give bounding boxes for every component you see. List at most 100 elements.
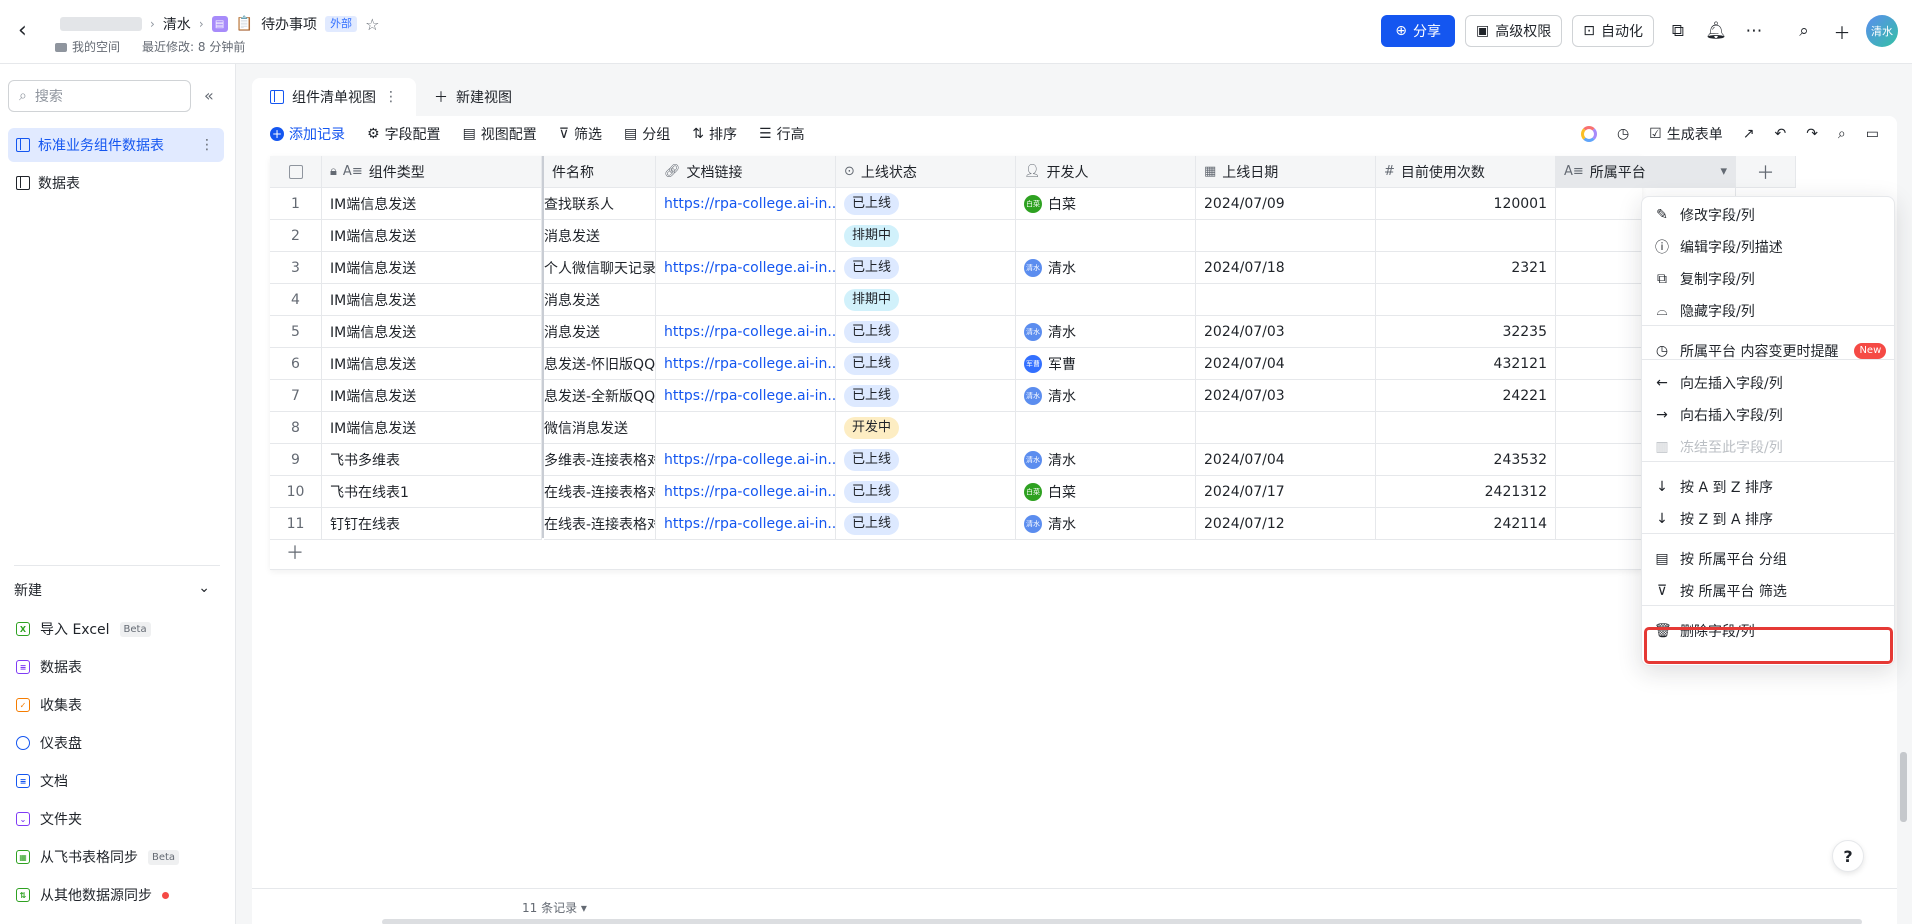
cell-link[interactable] (656, 220, 836, 252)
cell-developer[interactable]: 清水 清水 (1016, 316, 1196, 348)
menu-item-clock[interactable]: ◷ 所属平台 内容变更时提醒 New (1642, 335, 1894, 367)
share-button[interactable]: ⊕ 分享 (1381, 15, 1456, 47)
cell-link[interactable] (656, 412, 836, 444)
cell-name[interactable]: 消息发送 (544, 284, 656, 316)
cell-usage-count[interactable]: 120001 (1376, 188, 1556, 220)
menu-item-arrow-right[interactable]: → 向右插入字段/列 (1642, 399, 1894, 431)
cell-usage-count[interactable]: 2421312 (1376, 476, 1556, 508)
cell-date[interactable]: 2024/07/17 (1196, 476, 1376, 508)
row-number[interactable]: 2 (270, 220, 322, 252)
more-vertical-icon[interactable]: ⋮ (200, 137, 214, 153)
view-config-button[interactable]: ▤ 视图配置 (463, 124, 537, 144)
menu-item-sort-asc[interactable]: ↓ 按 A 到 Z 排序 (1642, 471, 1894, 503)
horizontal-scrollbar[interactable] (382, 919, 1862, 924)
cell-type[interactable]: IM端信息发送 (322, 252, 542, 284)
user-avatar[interactable]: 清水 (1866, 15, 1898, 47)
cell-name[interactable]: 微信消息发送 (544, 412, 656, 444)
cell-developer[interactable]: 白菜 白菜 (1016, 476, 1196, 508)
new-form[interactable]: ✓ 收集表 (16, 694, 82, 716)
caret-down-icon[interactable]: ▾ (1720, 164, 1727, 179)
doc-link[interactable]: https://rpa-college.ai-in... (664, 452, 835, 468)
frozen-column-divider[interactable] (542, 156, 544, 538)
cell-name[interactable]: 息发送-全新版QQ (544, 380, 656, 412)
cell-type[interactable]: IM端信息发送 (322, 380, 542, 412)
redo-icon[interactable]: ↷ (1806, 126, 1818, 142)
cell-name[interactable]: 息发送-怀旧版QQ (544, 348, 656, 380)
more-vertical-icon[interactable]: ⋮ (384, 89, 398, 105)
cell-usage-count[interactable]: 2321 (1376, 252, 1556, 284)
advanced-permission-button[interactable]: ▣ 高级权限 (1465, 15, 1563, 47)
cell-name[interactable]: 查找联系人 (544, 188, 656, 220)
cell-usage-count[interactable]: 432121 (1376, 348, 1556, 380)
space-link[interactable]: 我的空间 (55, 38, 120, 55)
plus-icon[interactable]: ＋ (1828, 17, 1856, 45)
cell-name[interactable]: 在线表-连接表格对象 (544, 508, 656, 540)
cell-usage-count[interactable]: 24221 (1376, 380, 1556, 412)
doc-link[interactable]: https://rpa-college.ai-in... (664, 196, 835, 212)
column-header-name[interactable]: 件名称 (544, 156, 656, 188)
doc-link[interactable]: https://rpa-college.ai-in... (664, 388, 835, 404)
new-dashboard[interactable]: 仪表盘 (16, 732, 82, 754)
cell-status[interactable]: 排期中 (836, 284, 1016, 316)
cell-usage-count[interactable]: 243532 (1376, 444, 1556, 476)
doc-link[interactable]: https://rpa-college.ai-in... (664, 484, 835, 500)
cell-type[interactable]: IM端信息发送 (322, 188, 542, 220)
row-number[interactable]: 8 (270, 412, 322, 444)
column-header-link[interactable]: 🔗︎ 文档链接 (656, 156, 836, 188)
cell-link[interactable] (656, 284, 836, 316)
new-sync-other-source[interactable]: ⇅ 从其他数据源同步 (16, 884, 169, 906)
find-icon[interactable]: ⌕ (1838, 126, 1846, 142)
sort-button[interactable]: ⇅ 排序 (692, 124, 737, 144)
doc-link[interactable]: https://rpa-college.ai-in... (664, 356, 835, 372)
cell-link[interactable]: https://rpa-college.ai-in... (656, 316, 836, 348)
cell-name[interactable]: 个人微信聊天记录 (544, 252, 656, 284)
row-height-button[interactable]: ☰ 行高 (759, 124, 805, 144)
cell-status[interactable]: 排期中 (836, 220, 1016, 252)
generate-form-button[interactable]: ☑ 生成表单 (1649, 124, 1723, 144)
field-config-button[interactable]: ⚙ 字段配置 (367, 124, 441, 144)
cell-name[interactable]: 消息发送 (544, 220, 656, 252)
cell-name[interactable]: 在线表-连接表格对象 (544, 476, 656, 508)
tab-new-view[interactable]: ＋ 新建视图 (416, 78, 530, 116)
add-column-button[interactable]: ＋ (1736, 156, 1796, 188)
share-out-icon[interactable]: ↗ (1743, 126, 1755, 142)
cell-status[interactable]: 已上线 (836, 380, 1016, 412)
bell-icon[interactable]: 🔔︎ (1702, 17, 1730, 45)
cell-date[interactable]: 2024/07/18 (1196, 252, 1376, 284)
cell-link[interactable]: https://rpa-college.ai-in... (656, 348, 836, 380)
cell-type[interactable]: 飞书多维表 (322, 444, 542, 476)
automation-button[interactable]: ⊡ 自动化 (1572, 15, 1654, 47)
row-number[interactable]: 1 (270, 188, 322, 220)
column-header-date[interactable]: ▦ 上线日期 (1196, 156, 1376, 188)
cell-date[interactable]: 2024/07/12 (1196, 508, 1376, 540)
cell-usage-count[interactable]: 242114 (1376, 508, 1556, 540)
cell-date[interactable]: 2024/07/03 (1196, 316, 1376, 348)
column-header-type[interactable]: 🔒︎ A≡ 组件类型 (322, 156, 542, 188)
cell-status[interactable]: 已上线 (836, 508, 1016, 540)
search-icon[interactable]: ⌕ (1790, 17, 1818, 45)
row-number[interactable]: 4 (270, 284, 322, 316)
cell-date[interactable]: 2024/07/09 (1196, 188, 1376, 220)
cell-developer[interactable]: 清水 清水 (1016, 252, 1196, 284)
cell-date[interactable] (1196, 412, 1376, 444)
row-number[interactable]: 11 (270, 508, 322, 540)
new-document[interactable]: ≡ 文档 (16, 770, 68, 792)
vertical-scrollbar[interactable] (1900, 752, 1907, 822)
new-data-table[interactable]: ≡ 数据表 (16, 656, 82, 678)
row-number[interactable]: 9 (270, 444, 322, 476)
menu-item-arrow-left[interactable]: ← 向左插入字段/列 (1642, 367, 1894, 399)
filter-button[interactable]: ⊽ 筛选 (559, 124, 602, 144)
row-number[interactable]: 3 (270, 252, 322, 284)
column-header-usage[interactable]: # 目前使用次数 (1376, 156, 1556, 188)
cell-usage-count[interactable] (1376, 412, 1556, 444)
select-all-checkbox[interactable] (270, 156, 322, 188)
menu-item-group[interactable]: ▤ 按 所属平台 分组 (1642, 543, 1894, 575)
cell-type[interactable]: IM端信息发送 (322, 412, 542, 444)
cell-status[interactable]: 已上线 (836, 476, 1016, 508)
new-folder[interactable]: ⌄ 文件夹 (16, 808, 82, 830)
cell-usage-count[interactable] (1376, 220, 1556, 252)
back-arrow-icon[interactable]: ‹ (18, 20, 40, 42)
star-icon[interactable]: ☆ (365, 15, 379, 34)
doc-link[interactable]: https://rpa-college.ai-in... (664, 260, 835, 276)
cell-date[interactable]: 2024/07/04 (1196, 444, 1376, 476)
